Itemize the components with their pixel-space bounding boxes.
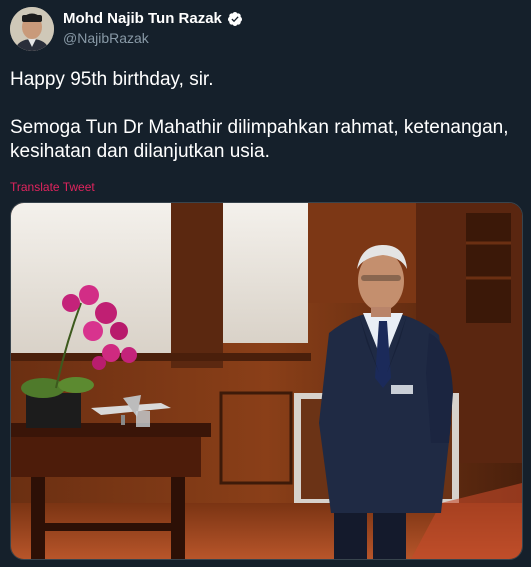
author-avatar[interactable] (10, 7, 54, 51)
tweet-text-line-1: Happy 95th birthday, sir. (10, 69, 214, 90)
photo-scene (11, 203, 522, 559)
author-handle[interactable]: @NajibRazak (63, 30, 243, 47)
author-display-name[interactable]: Mohd Najib Tun Razak (63, 10, 222, 28)
tweet-text: Happy 95th birthday, sir. Semoga Tun Dr … (10, 68, 520, 164)
tweet-text-line-2: Semoga Tun Dr Mahathir dilimpahkan rahma… (10, 117, 509, 162)
translate-tweet-link[interactable]: Translate Tweet (10, 180, 95, 194)
author-name-row: Mohd Najib Tun Razak (63, 10, 243, 28)
author-block: Mohd Najib Tun Razak @NajibRazak (63, 10, 243, 47)
tweet-photo[interactable] (10, 202, 523, 560)
user-avatar-photo-icon (10, 7, 54, 51)
tweet-card: Mohd Najib Tun Razak @NajibRazak Happy 9… (0, 0, 531, 567)
verified-badge-icon (227, 11, 243, 27)
